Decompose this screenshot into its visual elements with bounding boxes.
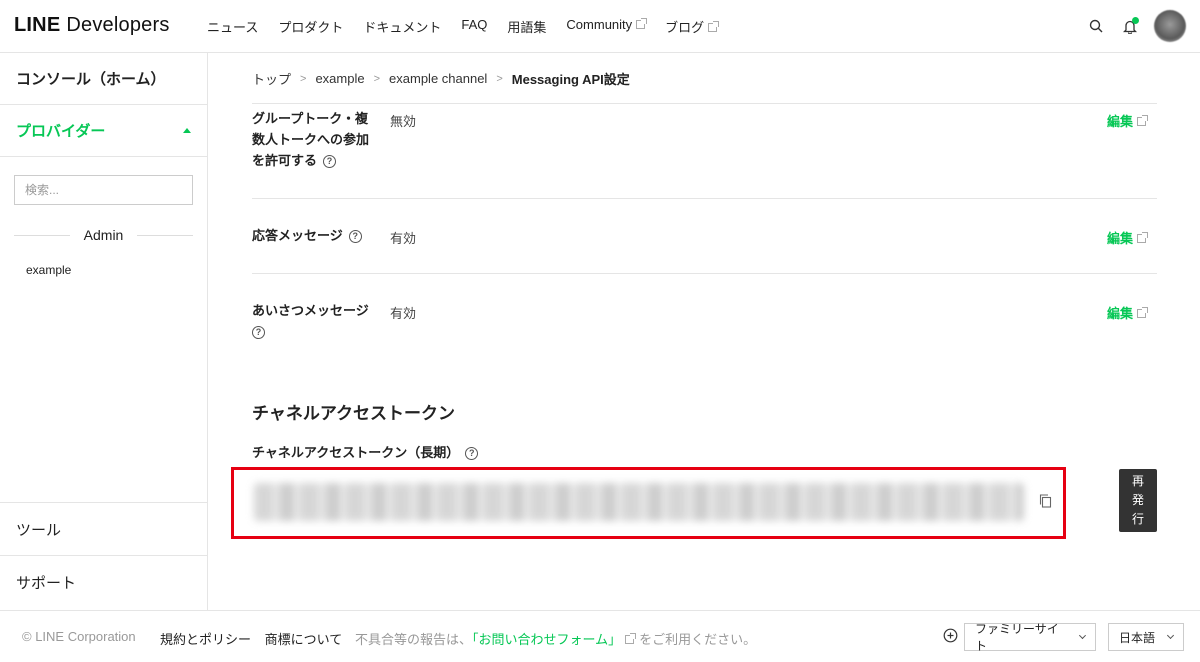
- caret-up-icon: [183, 128, 191, 133]
- nav-faq[interactable]: FAQ: [461, 17, 487, 36]
- greeting-label: あいさつメッセージ?: [252, 300, 382, 342]
- sidebar-item-providers[interactable]: プロバイダー: [0, 105, 207, 157]
- channel-access-token-heading: チャネルアクセストークン: [252, 404, 455, 423]
- long-lived-token-label: チャネルアクセストークン（長期）?: [252, 442, 479, 461]
- external-link-icon: [708, 21, 720, 32]
- footer-links: 規約とポリシー 商標について: [160, 629, 352, 648]
- language-select[interactable]: 日本語: [1108, 623, 1184, 651]
- breadcrumb-channel[interactable]: example channel: [389, 71, 487, 86]
- nav-products[interactable]: プロダクト: [278, 17, 343, 36]
- footer-trademark-link[interactable]: 商標について: [265, 632, 343, 647]
- edit-label: 編集: [1107, 114, 1134, 129]
- edit-label: 編集: [1107, 306, 1134, 321]
- breadcrumb: トップ > example > example channel > Messag…: [252, 69, 630, 88]
- sidebar: コンソール（ホーム） プロバイダー Admin example ツール サポート: [0, 53, 208, 610]
- plus-chat-icon: [943, 628, 958, 646]
- auto-reply-value: 有効: [390, 231, 417, 246]
- main-nav: ニュース プロダクト ドキュメント FAQ 用語集 Community ブログ: [207, 17, 737, 36]
- group-talk-label: グループトーク・複数人トークへの参加を許可する?: [252, 108, 380, 171]
- notification-bell-icon[interactable]: [1120, 16, 1140, 36]
- footer-note-suffix: をご利用ください。: [639, 632, 757, 647]
- long-lived-token-label-text: チャネルアクセストークン（長期）: [252, 445, 460, 460]
- help-icon[interactable]: ?: [252, 326, 265, 339]
- external-link-icon: [1137, 232, 1149, 243]
- reissue-label: 再発行: [1131, 474, 1144, 526]
- nav-community[interactable]: Community: [566, 17, 648, 36]
- reissue-button[interactable]: 再発行: [1119, 469, 1157, 532]
- divider: [252, 273, 1157, 274]
- nav-news[interactable]: ニュース: [207, 17, 258, 36]
- line-developers-logo[interactable]: LINE Developers: [14, 14, 170, 37]
- notification-dot: [1132, 17, 1139, 24]
- search-icon[interactable]: [1086, 16, 1106, 36]
- family-site-label: ファミリーサイト: [975, 622, 1059, 653]
- chevron-down-icon: [1079, 632, 1087, 639]
- family-site-select[interactable]: ファミリーサイト: [964, 622, 1096, 653]
- header-actions: [1086, 10, 1186, 42]
- footer-report-note: 不具合等の報告は、「お問い合わせフォーム」 をご利用ください。: [355, 629, 756, 648]
- token-highlight-box: [231, 467, 1066, 539]
- provider-search-input[interactable]: [14, 175, 193, 205]
- auto-reply-edit-button[interactable]: 編集: [1107, 228, 1149, 247]
- auto-reply-label-text: 応答メッセージ: [252, 228, 343, 243]
- token-value-redacted[interactable]: [254, 483, 1024, 521]
- auto-reply-label: 応答メッセージ?: [252, 225, 362, 246]
- contact-form-link[interactable]: 「お問い合わせフォーム」: [472, 632, 621, 647]
- divider: [252, 198, 1157, 199]
- language-label: 日本語: [1119, 630, 1156, 645]
- copy-icon[interactable]: [1039, 494, 1052, 513]
- top-header: LINE Developers ニュース プロダクト ドキュメント FAQ 用語集…: [0, 0, 1200, 53]
- footer-terms-link[interactable]: 規約とポリシー: [160, 632, 251, 647]
- logo-developers-text: Developers: [66, 14, 170, 36]
- breadcrumb-separator-icon: >: [373, 72, 381, 85]
- sidebar-item-provider-example[interactable]: example: [26, 263, 71, 277]
- nav-community-label: Community: [566, 17, 633, 32]
- external-link-icon: [625, 633, 637, 644]
- edit-label: 編集: [1107, 231, 1134, 246]
- nav-blog[interactable]: ブログ: [665, 17, 720, 36]
- nav-blog-label: ブログ: [665, 20, 705, 35]
- group-talk-edit-button[interactable]: 編集: [1107, 111, 1149, 130]
- greeting-edit-button[interactable]: 編集: [1107, 303, 1149, 322]
- external-link-icon: [1137, 307, 1149, 318]
- breadcrumb-top[interactable]: トップ: [252, 69, 291, 88]
- breadcrumb-provider[interactable]: example: [315, 71, 364, 86]
- nav-documents[interactable]: ドキュメント: [363, 17, 441, 36]
- group-talk-label-text: グループトーク・複数人トークへの参加を許可する: [252, 111, 370, 168]
- help-icon[interactable]: ?: [323, 155, 337, 168]
- greeting-value: 有効: [390, 306, 417, 321]
- sidebar-bottom: ツール サポート: [0, 502, 207, 608]
- provider-group-label: Admin: [83, 227, 124, 243]
- external-link-icon: [636, 18, 648, 29]
- divider: [137, 234, 193, 236]
- sidebar-item-tools[interactable]: ツール: [0, 502, 207, 555]
- breadcrumb-separator-icon: >: [300, 72, 307, 85]
- breadcrumb-separator-icon: >: [496, 72, 503, 85]
- nav-glossary[interactable]: 用語集: [507, 17, 546, 36]
- divider: [252, 103, 1157, 104]
- logo-line-text: LINE: [14, 14, 61, 36]
- external-link-icon: [1137, 115, 1149, 126]
- chevron-down-icon: [1166, 631, 1175, 640]
- breadcrumb-current: Messaging API設定: [511, 72, 630, 87]
- copyright: © LINE Corporation: [22, 629, 136, 644]
- footer: © LINE Corporation 規約とポリシー 商標について 不具合等の報…: [0, 610, 1200, 662]
- avatar[interactable]: [1154, 10, 1186, 42]
- help-icon[interactable]: ?: [348, 230, 362, 243]
- main-content: トップ > example > example channel > Messag…: [208, 53, 1200, 610]
- footer-note-prefix: 不具合等の報告は、: [355, 632, 473, 647]
- help-icon[interactable]: ?: [465, 447, 479, 460]
- sidebar-providers-label: プロバイダー: [16, 123, 106, 140]
- sidebar-item-support[interactable]: サポート: [0, 555, 207, 608]
- divider: [14, 234, 70, 236]
- sidebar-item-console-home[interactable]: コンソール（ホーム）: [0, 53, 207, 105]
- provider-group-header: Admin: [14, 227, 193, 243]
- group-talk-value: 無効: [390, 114, 417, 129]
- greeting-label-text: あいさつメッセージ: [252, 303, 369, 318]
